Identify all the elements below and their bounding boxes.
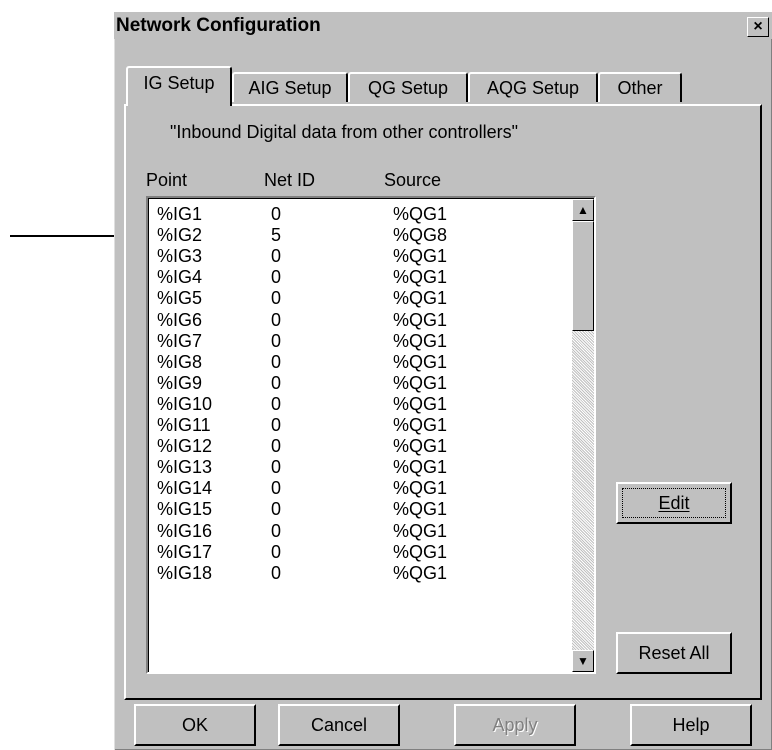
ok-button[interactable]: OK: [134, 704, 256, 746]
point-cell: %IG1: [157, 204, 203, 224]
scrollbar-thumb[interactable]: [572, 221, 594, 331]
net-id-cell: 0: [271, 288, 282, 309]
source-cell: %QG1: [393, 520, 448, 541]
list-row[interactable]: %IG13 0 %QG1: [153, 456, 553, 478]
point-cell: %IG17: [157, 541, 213, 562]
tab-other[interactable]: Other: [598, 72, 682, 102]
source-cell: %QG1: [393, 393, 448, 414]
point-cell: %IG18: [157, 562, 213, 583]
net-id-cell: 0: [271, 267, 282, 288]
source-cell: %QG8: [393, 225, 448, 246]
list-row[interactable]: %IG10 0 %QG1: [153, 393, 553, 415]
ig-setup-panel: "Inbound Digital data from other control…: [124, 104, 762, 700]
apply-button[interactable]: Apply: [454, 704, 576, 746]
net-id-cell: 0: [271, 204, 282, 224]
source-cell: %QG1: [393, 436, 448, 457]
source-cell: %QG1: [393, 246, 448, 267]
point-cell: %IG5: [157, 288, 203, 309]
list-row[interactable]: %IG18 0 %QG1: [153, 562, 553, 584]
source-cell: %QG1: [393, 267, 448, 288]
net-id-cell: 0: [271, 541, 282, 562]
net-id-cell: 0: [271, 436, 282, 457]
tab-aqg-setup[interactable]: AQG Setup: [468, 72, 598, 102]
list-row[interactable]: %IG6 0 %QG1: [153, 309, 553, 331]
net-id-cell: 0: [271, 246, 282, 267]
net-id-cell: 0: [271, 478, 282, 499]
source-cell: %QG1: [393, 562, 448, 583]
net-id-cell: 0: [271, 562, 282, 583]
cancel-button[interactable]: Cancel: [278, 704, 400, 746]
panel-description: "Inbound Digital data from other control…: [170, 122, 518, 142]
point-cell: %IG11: [157, 415, 211, 435]
list-row[interactable]: %IG1 0 %QG1: [153, 203, 553, 225]
source-cell: %QG1: [393, 309, 448, 330]
point-cell: %IG15: [157, 499, 213, 520]
source-cell: %QG1: [393, 541, 448, 562]
point-cell: %IG4: [157, 267, 203, 288]
points-list: %IG1 0 %QG1 %IG2 5 %QG8 %IG3 0 %QG1 %IG4 0 %QG1 %IG5…: [148, 198, 594, 672]
source-cell: %QG1: [393, 372, 448, 393]
point-cell: %IG9: [157, 372, 203, 393]
point-cell: %IG8: [157, 351, 203, 372]
list-row[interactable]: %IG8 0 %QG1: [153, 351, 553, 373]
point-cell: %IG2: [157, 225, 203, 246]
net-id-cell: 0: [271, 415, 282, 435]
focus-ring: [622, 488, 726, 518]
net-id-cell: 0: [271, 309, 282, 330]
net-id-cell: 0: [271, 372, 282, 393]
list-row[interactable]: %IG9 0 %QG1: [153, 372, 553, 394]
point-cell: %IG7: [157, 330, 203, 351]
list-row[interactable]: %IG3 0 %QG1: [153, 245, 553, 267]
list-row[interactable]: %IG11 0 %QG1: [153, 414, 553, 436]
list-row[interactable]: %IG4 0 %QG1: [153, 266, 553, 288]
tab-aig-setup[interactable]: AIG Setup: [232, 72, 348, 102]
source-cell: %QG1: [393, 415, 448, 435]
edit-button[interactable]: Edit: [616, 482, 732, 524]
net-id-cell: 5: [271, 225, 282, 246]
title-bar[interactable]: Network Configuration ×: [114, 12, 772, 39]
tab-ig-setup[interactable]: IG Setup: [126, 66, 232, 106]
column-header-net-id: Net ID: [264, 170, 316, 190]
point-cell: %IG10: [157, 393, 213, 414]
list-row[interactable]: %IG7 0 %QG1: [153, 330, 553, 352]
tab-qg-setup[interactable]: QG Setup: [348, 72, 468, 102]
net-id-cell: 0: [271, 330, 282, 351]
list-row[interactable]: %IG17 0 %QG1: [153, 541, 553, 563]
net-id-cell: 0: [271, 457, 282, 478]
scroll-down-arrow-icon[interactable]: ▼: [572, 650, 594, 672]
point-cell: %IG12: [157, 436, 213, 457]
reset-all-button[interactable]: Reset All: [616, 632, 732, 674]
window-title: Network Configuration: [116, 15, 321, 36]
list-row[interactable]: %IG2 5 %QG8: [153, 224, 553, 246]
source-cell: %QG1: [393, 478, 448, 499]
net-id-cell: 0: [271, 351, 282, 372]
vertical-scrollbar[interactable]: ▲ ▼: [572, 199, 594, 672]
net-id-cell: 0: [271, 520, 282, 541]
close-icon[interactable]: ×: [747, 17, 769, 37]
point-cell: %IG6: [157, 309, 203, 330]
source-cell: %QG1: [393, 288, 448, 309]
net-id-cell: 0: [271, 499, 282, 520]
scroll-up-arrow-icon[interactable]: ▲: [572, 199, 594, 221]
point-cell: %IG3: [157, 246, 203, 267]
list-row[interactable]: %IG14 0 %QG1: [153, 477, 553, 499]
list-row[interactable]: %IG5 0 %QG1: [153, 287, 553, 309]
source-cell: %QG1: [393, 330, 448, 351]
point-cell: %IG13: [157, 457, 213, 478]
list-row[interactable]: %IG15 0 %QG1: [153, 498, 553, 520]
column-header-source: Source: [384, 170, 442, 190]
source-cell: %QG1: [393, 457, 448, 478]
column-header-point: Point: [146, 170, 188, 190]
list-row[interactable]: %IG16 0 %QG1: [153, 520, 553, 542]
point-cell: %IG14: [157, 478, 213, 499]
source-cell: %QG1: [393, 204, 448, 224]
points-listbox[interactable]: %IG1 0 %QG1 %IG2 5 %QG8 %IG3 0 %QG1 %IG4 0 %QG1 %IG5…: [146, 196, 596, 674]
net-id-cell: 0: [271, 393, 282, 414]
help-button[interactable]: Help: [630, 704, 752, 746]
network-configuration-dialog: Network Configuration × IG Setup AIG Set…: [114, 12, 772, 750]
point-cell: %IG16: [157, 520, 213, 541]
source-cell: %QG1: [393, 499, 448, 520]
list-row[interactable]: %IG12 0 %QG1: [153, 435, 553, 457]
source-cell: %QG1: [393, 351, 448, 372]
